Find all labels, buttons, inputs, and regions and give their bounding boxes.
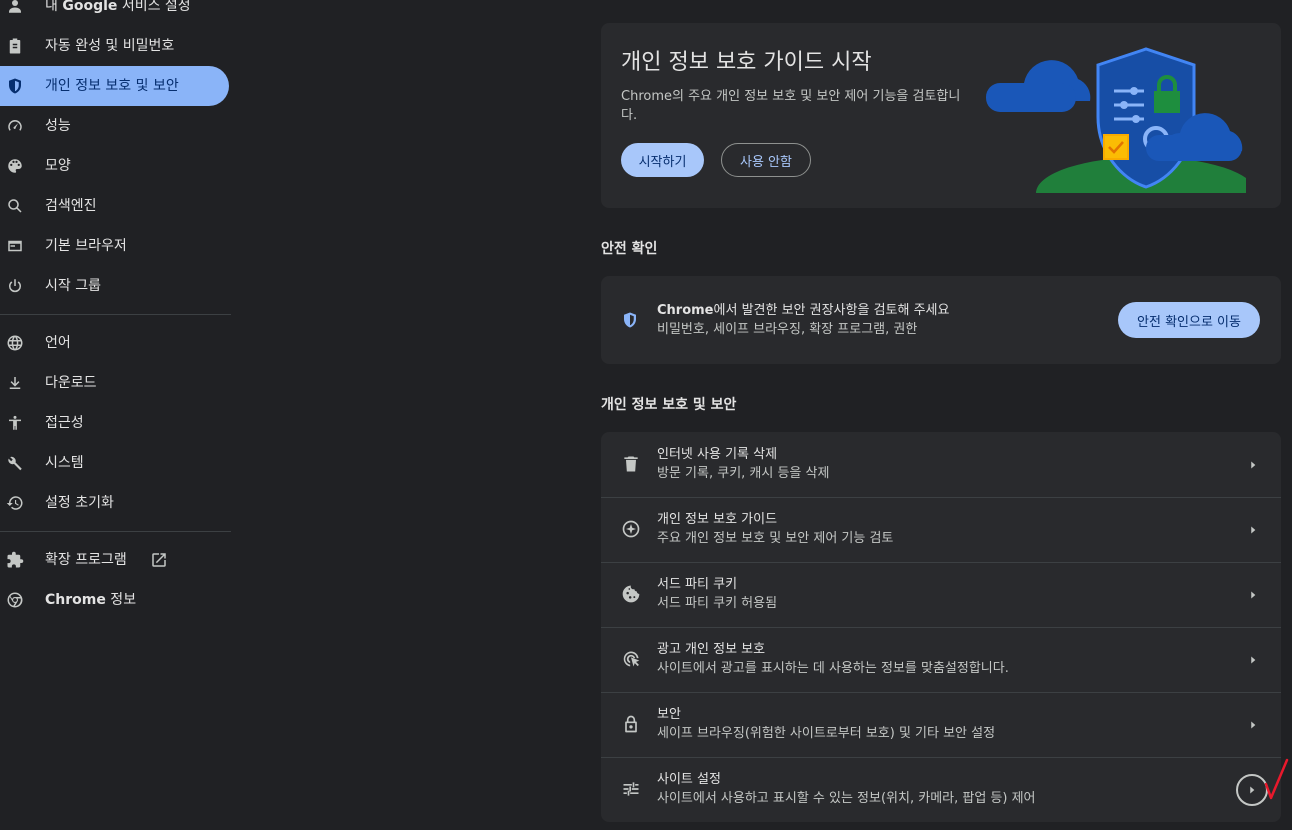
row-divider bbox=[601, 692, 1281, 693]
search-icon bbox=[5, 196, 25, 216]
download-icon bbox=[5, 373, 25, 393]
sidebar-item-reset-settings[interactable]: 설정 초기화 bbox=[0, 483, 229, 523]
chevron-right-icon bbox=[1246, 457, 1260, 471]
chevron-right-icon bbox=[1246, 522, 1260, 536]
sidebar-item-label: 시스템 bbox=[45, 455, 84, 471]
row-title: 보안 bbox=[657, 707, 681, 722]
browser-window-icon bbox=[5, 236, 25, 256]
sidebar-item-label: 언어 bbox=[45, 335, 71, 351]
privacy-guide-promo-card: 개인 정보 보호 가이드 시작 Chrome의 주요 개인 정보 보호 및 보안… bbox=[601, 23, 1281, 208]
settings-sidebar: 내 Google 서비스 설정 자동 완성 및 비밀번호 개인 정보 보호 및 … bbox=[0, 0, 232, 830]
sidebar-item-label: 성능 bbox=[45, 118, 71, 134]
sidebar-divider bbox=[0, 314, 231, 315]
sidebar-item-label: 다운로드 bbox=[45, 375, 97, 391]
safety-check-subtitle: 비밀번호, 세이프 브라우징, 확장 프로그램, 권한 bbox=[657, 322, 918, 337]
chevron-right-icon bbox=[1246, 587, 1260, 601]
sidebar-item-extensions[interactable]: 확장 프로그램 bbox=[0, 540, 229, 580]
person-icon bbox=[5, 0, 25, 16]
row-clear-browsing-data[interactable]: 인터넷 사용 기록 삭제 방문 기록, 쿠키, 캐시 등을 삭제 bbox=[601, 432, 1281, 497]
chevron-right-icon bbox=[1246, 717, 1260, 731]
row-security[interactable]: 보안 세이프 브라우징(위험한 사이트로부터 보호) 및 기타 보안 설정 bbox=[601, 692, 1281, 757]
sidebar-item-label: 접근성 bbox=[45, 415, 84, 431]
sidebar-item-about-chrome[interactable]: Chrome 정보 bbox=[0, 580, 229, 620]
row-subtitle: 세이프 브라우징(위험한 사이트로부터 보호) 및 기타 보안 설정 bbox=[657, 726, 996, 741]
palette-icon bbox=[5, 156, 25, 176]
sidebar-item-label: 기본 브라우저 bbox=[45, 238, 127, 254]
start-guide-button[interactable]: 시작하기 bbox=[621, 143, 704, 177]
sidebar-item-label: 개인 정보 보호 및 보안 bbox=[45, 78, 179, 94]
safety-check-card: Chrome에서 발견한 보안 권장사항을 검토해 주세요 비밀번호, 세이프 … bbox=[601, 276, 1281, 364]
row-subtitle: 방문 기록, 쿠키, 캐시 등을 삭제 bbox=[657, 466, 830, 481]
row-title: 광고 개인 정보 보호 bbox=[657, 642, 766, 657]
row-title: 인터넷 사용 기록 삭제 bbox=[657, 447, 778, 462]
compass-icon bbox=[621, 519, 641, 539]
globe-icon bbox=[5, 333, 25, 353]
sidebar-item-label: 확장 프로그램 bbox=[45, 552, 127, 568]
settings-page: 내 Google 서비스 설정 자동 완성 및 비밀번호 개인 정보 보호 및 … bbox=[0, 0, 1292, 830]
cookie-icon bbox=[621, 584, 641, 604]
puzzle-icon bbox=[5, 550, 25, 570]
shield-icon bbox=[5, 76, 25, 96]
privacy-security-heading: 개인 정보 보호 및 보안 bbox=[601, 397, 737, 413]
sidebar-item-google-services[interactable]: 내 Google 서비스 설정 bbox=[0, 0, 229, 26]
row-site-settings[interactable]: 사이트 설정 사이트에서 사용하고 표시할 수 있는 정보(위치, 카메라, 팝… bbox=[601, 757, 1281, 822]
sidebar-item-label: 검색엔진 bbox=[45, 198, 97, 214]
privacy-guide-description: Chrome의 주요 개인 정보 보호 및 보안 제어 기능을 검토합니다. bbox=[621, 89, 961, 123]
sidebar-item-label: 모양 bbox=[45, 158, 71, 174]
row-title: 서드 파티 쿠키 bbox=[657, 577, 738, 592]
sidebar-item-label: 자동 완성 및 비밀번호 bbox=[45, 38, 175, 54]
sidebar-item-autofill[interactable]: 자동 완성 및 비밀번호 bbox=[0, 26, 229, 66]
sidebar-item-system[interactable]: 시스템 bbox=[0, 443, 229, 483]
lock-icon bbox=[621, 714, 641, 734]
dismiss-guide-button[interactable]: 사용 안함 bbox=[721, 143, 811, 177]
ad-privacy-icon bbox=[621, 649, 641, 669]
go-to-safety-check-button[interactable]: 안전 확인으로 이동 bbox=[1118, 302, 1260, 338]
clipboard-icon bbox=[5, 36, 25, 56]
row-ad-privacy[interactable]: 광고 개인 정보 보호 사이트에서 광고를 표시하는 데 사용하는 정보를 맞춤… bbox=[601, 627, 1281, 692]
row-subtitle: 사이트에서 광고를 표시하는 데 사용하는 정보를 맞춤설정합니다. bbox=[657, 661, 1009, 676]
row-subtitle: 사이트에서 사용하고 표시할 수 있는 정보(위치, 카메라, 팝업 등) 제어 bbox=[657, 791, 1036, 806]
sidebar-item-downloads[interactable]: 다운로드 bbox=[0, 363, 229, 403]
sidebar-item-default-browser[interactable]: 기본 브라우저 bbox=[0, 226, 229, 266]
row-title: 사이트 설정 bbox=[657, 772, 721, 787]
shield-check-icon bbox=[624, 312, 636, 328]
speedometer-icon bbox=[5, 116, 25, 136]
privacy-guide-illustration bbox=[986, 47, 1246, 193]
sidebar-item-languages[interactable]: 언어 bbox=[0, 323, 229, 363]
safety-check-heading: 안전 확인 bbox=[601, 241, 658, 257]
row-subtitle: 주요 개인 정보 보호 및 보안 제어 기능 검토 bbox=[657, 531, 894, 546]
row-divider bbox=[601, 757, 1281, 758]
row-subtitle: 서드 파티 쿠키 허용됨 bbox=[657, 596, 778, 611]
history-icon bbox=[5, 493, 25, 513]
open-in-new-icon bbox=[150, 551, 168, 569]
row-divider bbox=[601, 627, 1281, 628]
safety-check-title: Chrome에서 발견한 보안 권장사항을 검토해 주세요 bbox=[657, 303, 950, 318]
privacy-guide-title: 개인 정보 보호 가이드 시작 bbox=[621, 50, 872, 75]
sidebar-item-label: 내 Google 서비스 설정 bbox=[45, 0, 191, 14]
sidebar-item-performance[interactable]: 성능 bbox=[0, 106, 229, 146]
sidebar-divider bbox=[0, 531, 231, 532]
row-divider bbox=[601, 562, 1281, 563]
wrench-icon bbox=[5, 453, 25, 473]
annotation-checkmark-icon bbox=[1264, 758, 1289, 800]
sidebar-item-appearance[interactable]: 모양 bbox=[0, 146, 229, 186]
accessibility-icon bbox=[5, 413, 25, 433]
sidebar-item-accessibility[interactable]: 접근성 bbox=[0, 403, 229, 443]
row-privacy-guide[interactable]: 개인 정보 보호 가이드 주요 개인 정보 보호 및 보안 제어 기능 검토 bbox=[601, 497, 1281, 562]
sidebar-item-search-engine[interactable]: 검색엔진 bbox=[0, 186, 229, 226]
sidebar-item-on-startup[interactable]: 시작 그룹 bbox=[0, 266, 229, 306]
power-icon bbox=[5, 276, 25, 296]
sidebar-item-label: Chrome 정보 bbox=[45, 592, 137, 608]
row-third-party-cookies[interactable]: 서드 파티 쿠키 서드 파티 쿠키 허용됨 bbox=[601, 562, 1281, 627]
sliders-icon bbox=[621, 779, 641, 799]
trash-icon bbox=[621, 454, 641, 474]
chevron-right-icon bbox=[1246, 652, 1260, 666]
row-title: 개인 정보 보호 가이드 bbox=[657, 512, 778, 527]
row-divider bbox=[601, 497, 1281, 498]
sidebar-item-label: 시작 그룹 bbox=[45, 278, 101, 294]
sidebar-item-privacy-security[interactable]: 개인 정보 보호 및 보안 bbox=[0, 66, 229, 106]
privacy-settings-list: 인터넷 사용 기록 삭제 방문 기록, 쿠키, 캐시 등을 삭제 개인 정보 보… bbox=[601, 432, 1281, 822]
chrome-icon bbox=[5, 590, 25, 610]
sidebar-item-label: 설정 초기화 bbox=[45, 495, 114, 511]
